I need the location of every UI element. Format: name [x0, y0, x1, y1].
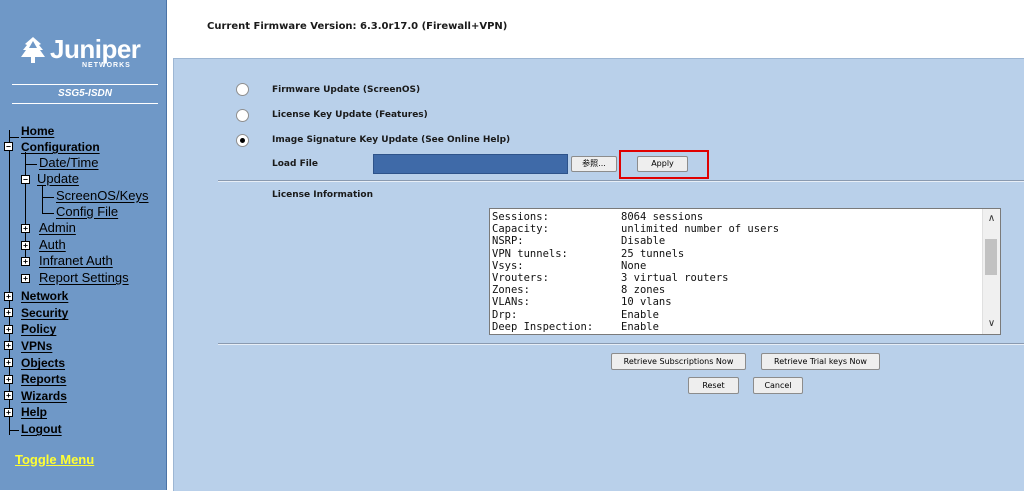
retrieve-subscriptions-button[interactable]: Retrieve Subscriptions Now — [611, 353, 746, 370]
retrieve-trial-keys-button[interactable]: Retrieve Trial keys Now — [761, 353, 880, 370]
update-panel: Firmware Update (ScreenOS) License Key U… — [173, 58, 1024, 491]
license-row: Deep Inspection: Enable — [492, 320, 659, 333]
license-row: Drp: Enable — [492, 308, 659, 321]
sidebar-item-auth[interactable]: Auth — [39, 238, 66, 252]
divider — [12, 103, 158, 104]
collapse-icon[interactable]: − — [21, 175, 30, 184]
tree-line — [42, 197, 54, 198]
radio-license-key-update[interactable] — [236, 109, 249, 122]
license-row: Vsys: None — [492, 259, 647, 272]
load-file-input[interactable] — [373, 154, 568, 174]
juniper-logo-icon — [21, 37, 45, 63]
sidebar-item-configuration[interactable]: Configuration — [21, 140, 100, 154]
sidebar-item-admin[interactable]: Admin — [39, 221, 76, 235]
tree-line — [9, 130, 10, 435]
reset-button[interactable]: Reset — [688, 377, 739, 394]
license-row: Sessions: 8064 sessions — [492, 211, 704, 223]
sidebar-item-home[interactable]: Home — [21, 124, 54, 138]
license-info-heading: License Information — [272, 190, 373, 200]
scroll-down-arrow-icon[interactable]: ∨ — [983, 316, 1000, 332]
sidebar-item-security[interactable]: Security — [21, 306, 68, 320]
sidebar: Juniper NETWORKS SSG5-ISDN Home − Config… — [0, 0, 167, 490]
divider — [218, 180, 1024, 182]
radio-image-signature-key-update[interactable] — [236, 134, 249, 147]
radio-label-license-key-update: License Key Update (Features) — [272, 110, 428, 120]
vertical-scrollbar[interactable]: ∧ ∨ — [982, 209, 1000, 334]
logo-subtext: NETWORKS — [82, 62, 131, 69]
tree-line — [42, 213, 54, 214]
divider — [218, 343, 1024, 345]
tree-line — [42, 185, 43, 213]
sidebar-item-vpns[interactable]: VPNs — [21, 339, 52, 353]
cancel-button[interactable]: Cancel — [753, 377, 803, 394]
radio-firmware-update[interactable] — [236, 83, 249, 96]
sidebar-item-logout[interactable]: Logout — [21, 422, 62, 436]
divider — [12, 84, 158, 85]
sidebar-item-help[interactable]: Help — [21, 405, 47, 419]
tree-line — [9, 137, 19, 138]
license-row: NSRP: Disable — [492, 235, 666, 248]
license-row: VLANs: 10 vlans — [492, 296, 672, 309]
expand-icon[interactable]: + — [21, 257, 30, 266]
sidebar-item-config-file[interactable]: Config File — [56, 205, 118, 219]
sidebar-item-objects[interactable]: Objects — [21, 356, 65, 370]
expand-icon[interactable]: + — [4, 375, 13, 384]
toggle-menu-link[interactable]: Toggle Menu — [15, 452, 94, 467]
header: Current Firmware Version: 6.3.0r17.0 (Fi… — [167, 0, 1024, 58]
license-row: Zones: 8 zones — [492, 284, 666, 297]
expand-icon[interactable]: + — [4, 325, 13, 334]
sidebar-item-screenos-keys[interactable]: ScreenOS/Keys — [56, 189, 149, 203]
logo-wordmark: Juniper — [50, 34, 141, 64]
sidebar-item-update[interactable]: Update — [37, 172, 79, 186]
scroll-up-arrow-icon[interactable]: ∧ — [983, 211, 1000, 227]
tree-line — [25, 164, 37, 165]
license-row: Capacity: unlimited number of users — [492, 223, 780, 236]
sidebar-item-wizards[interactable]: Wizards — [21, 389, 67, 403]
sidebar-item-report-settings[interactable]: Report Settings — [39, 271, 129, 285]
sidebar-item-network[interactable]: Network — [21, 289, 68, 303]
device-model: SSG5-ISDN — [58, 88, 112, 99]
firmware-version: Current Firmware Version: 6.3.0r17.0 (Fi… — [207, 21, 508, 32]
license-row: VPN tunnels: 25 tunnels — [492, 247, 685, 260]
browse-button[interactable]: 参照... — [571, 156, 617, 172]
expand-icon[interactable]: + — [21, 224, 30, 233]
radio-label-firmware-update: Firmware Update (ScreenOS) — [272, 85, 421, 95]
apply-highlight-box — [619, 150, 709, 179]
sidebar-item-infranet-auth[interactable]: Infranet Auth — [39, 254, 113, 268]
expand-icon[interactable]: + — [4, 408, 13, 417]
tree-line — [9, 430, 19, 431]
load-file-label: Load File — [272, 159, 318, 169]
expand-icon[interactable]: + — [4, 308, 13, 317]
license-info-textarea[interactable]: Sessions: 8064 sessions Capacity: unlimite… — [489, 208, 1001, 335]
expand-icon[interactable]: + — [4, 341, 13, 350]
radio-label-image-signature-key-update: Image Signature Key Update (See Online H… — [272, 135, 511, 145]
expand-icon[interactable]: + — [4, 358, 13, 367]
license-row: Vrouters: 3 virtual routers — [492, 271, 729, 284]
expand-icon[interactable]: + — [21, 241, 30, 250]
expand-icon[interactable]: + — [4, 292, 13, 301]
collapse-icon[interactable]: − — [4, 142, 13, 151]
expand-icon[interactable]: + — [21, 274, 30, 283]
juniper-logo: Juniper NETWORKS — [20, 34, 160, 70]
expand-icon[interactable]: + — [4, 391, 13, 400]
scrollbar-thumb[interactable] — [985, 239, 997, 275]
sidebar-item-reports[interactable]: Reports — [21, 372, 66, 386]
sidebar-item-date-time[interactable]: Date/Time — [39, 156, 98, 170]
sidebar-item-policy[interactable]: Policy — [21, 322, 56, 336]
